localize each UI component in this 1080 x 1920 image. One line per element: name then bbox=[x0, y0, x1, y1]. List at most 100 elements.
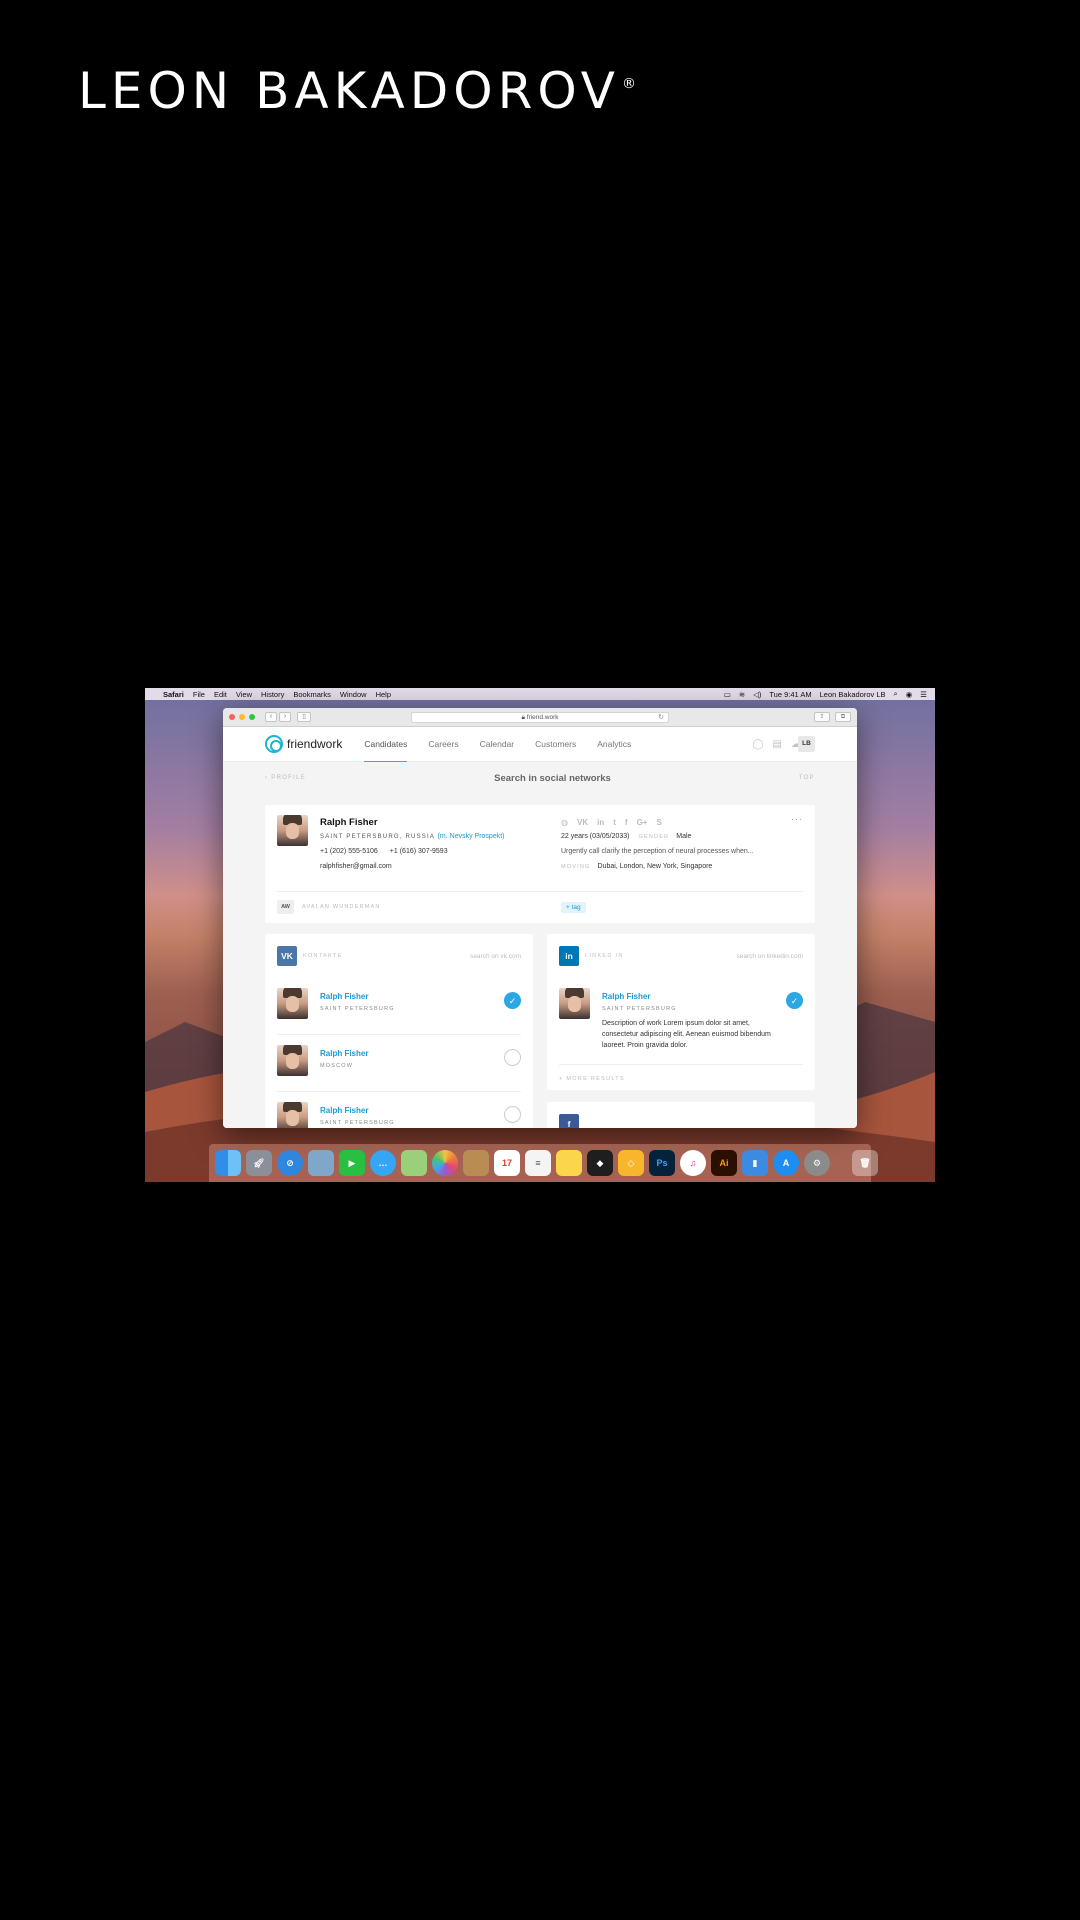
web-icon[interactable]: ◍ bbox=[561, 818, 568, 827]
back-button[interactable]: ‹ bbox=[265, 712, 277, 722]
add-tag-button[interactable]: + tag bbox=[561, 902, 586, 913]
sketch-icon[interactable]: ◇ bbox=[618, 1150, 644, 1176]
logo-text: friendwork bbox=[287, 737, 343, 751]
minimize-window-button[interactable] bbox=[239, 714, 245, 720]
checkbox-unchecked[interactable] bbox=[504, 1106, 521, 1123]
menu-view[interactable]: View bbox=[236, 690, 252, 699]
candidate-email[interactable]: ralphfisher@gmail.com bbox=[320, 863, 392, 870]
user-avatar[interactable]: LB bbox=[798, 736, 815, 752]
messages-icon[interactable]: … bbox=[370, 1150, 396, 1176]
tabs-overview-icon[interactable]: ⧉ bbox=[835, 712, 851, 722]
divider bbox=[277, 891, 803, 892]
menu-history[interactable]: History bbox=[261, 690, 284, 699]
figma-icon[interactable]: ◆ bbox=[587, 1150, 613, 1176]
system-preferences-icon[interactable]: ⚙ bbox=[804, 1150, 830, 1176]
preview-icon[interactable] bbox=[308, 1150, 334, 1176]
brand-logo: LEON BAKADOROV ® bbox=[78, 62, 636, 120]
result-name[interactable]: Ralph Fisher bbox=[320, 1106, 368, 1115]
finder-icon[interactable] bbox=[215, 1150, 241, 1176]
friendwork-logo[interactable]: friendwork bbox=[265, 735, 342, 753]
back-to-profile-link[interactable]: ‹ PROFILE bbox=[265, 775, 306, 781]
phone-2[interactable]: +1 (616) 307-9593 bbox=[390, 848, 448, 855]
list-item[interactable]: Ralph Fisher SAINT PETERSBURG ✓ bbox=[277, 978, 521, 1035]
facebook-icon[interactable]: f bbox=[625, 818, 628, 827]
add-comment-icon[interactable]: ◯ bbox=[752, 739, 763, 750]
recruiter-avatar: AW bbox=[277, 900, 294, 914]
airplay-icon[interactable]: ▭ bbox=[724, 690, 731, 699]
result-name[interactable]: Ralph Fisher bbox=[320, 992, 368, 1001]
calendar-icon[interactable]: 17 bbox=[494, 1150, 520, 1176]
photoshop-icon[interactable]: Ps bbox=[649, 1150, 675, 1176]
close-window-button[interactable] bbox=[229, 714, 235, 720]
launchpad-icon[interactable]: 🚀︎ bbox=[246, 1150, 272, 1176]
candidate-description: Urgently call clarify the perception of … bbox=[561, 848, 754, 855]
sidebar-toggle-icon[interactable]: ▯ bbox=[297, 712, 311, 722]
menubar-time[interactable]: Tue 9:41 AM bbox=[769, 690, 811, 699]
menu-file[interactable]: File bbox=[193, 690, 205, 699]
safari-icon[interactable]: ⊘ bbox=[277, 1150, 303, 1176]
result-name[interactable]: Ralph Fisher bbox=[602, 992, 650, 1001]
checkbox-checked[interactable]: ✓ bbox=[786, 992, 803, 1009]
twitter-icon[interactable]: t bbox=[613, 818, 616, 827]
volume-icon[interactable]: ◁) bbox=[753, 690, 761, 699]
illustrator-icon[interactable]: Ai bbox=[711, 1150, 737, 1176]
wifi-icon[interactable]: ≋ bbox=[739, 690, 745, 699]
appstore-icon[interactable]: A bbox=[773, 1150, 799, 1176]
document-icon[interactable]: ▤ bbox=[773, 739, 782, 750]
facebook-results-card: f bbox=[547, 1102, 815, 1128]
zoom-window-button[interactable] bbox=[249, 714, 255, 720]
candidate-moving: MOVING Dubai, London, New York, Singapore bbox=[561, 863, 712, 870]
top-link[interactable]: TOP bbox=[799, 775, 815, 781]
linkedin-search-link[interactable]: search on linkedin.com bbox=[737, 953, 803, 960]
contacts-icon[interactable] bbox=[463, 1150, 489, 1176]
vk-search-link[interactable]: search on vk.com bbox=[470, 953, 521, 960]
linkedin-label: LINKED IN bbox=[585, 953, 624, 959]
notes-icon[interactable] bbox=[556, 1150, 582, 1176]
vk-icon[interactable]: VK bbox=[577, 818, 588, 827]
facetime-icon[interactable]: ▶ bbox=[339, 1150, 365, 1176]
tab-analytics[interactable]: Analytics bbox=[597, 727, 631, 762]
checkbox-checked[interactable]: ✓ bbox=[504, 992, 521, 1009]
address-bar[interactable]: 🔒︎ friend.work ↻ bbox=[411, 712, 669, 723]
more-results-link[interactable]: + MORE RESULTS bbox=[559, 1076, 625, 1082]
menu-window[interactable]: Window bbox=[340, 690, 367, 699]
trash-icon[interactable]: 🗑︎ bbox=[852, 1150, 878, 1176]
spotlight-icon[interactable]: ⌕ bbox=[894, 689, 898, 699]
itunes-icon[interactable]: ♫ bbox=[680, 1150, 706, 1176]
list-item[interactable]: Ralph Fisher SAINT PETERSBURG bbox=[277, 1092, 521, 1128]
photos-icon[interactable] bbox=[432, 1150, 458, 1176]
skype-icon[interactable]: S bbox=[656, 818, 661, 827]
siri-icon[interactable]: ◉ bbox=[906, 690, 913, 699]
tab-calendar[interactable]: Calendar bbox=[480, 727, 515, 762]
tab-customers[interactable]: Customers bbox=[535, 727, 576, 762]
candidate-metro[interactable]: (m. Nevsky Prospekt) bbox=[438, 833, 505, 840]
menu-app[interactable]: Safari bbox=[163, 690, 184, 699]
share-icon[interactable]: ⇪ bbox=[814, 712, 830, 722]
phone-1[interactable]: +1 (202) 555-5106 bbox=[320, 848, 378, 855]
tab-careers[interactable]: Careers bbox=[428, 727, 458, 762]
linkedin-logo-icon: in bbox=[559, 946, 579, 966]
vk-label: KONTAKTE bbox=[303, 953, 343, 959]
main-content: ‹ PROFILE Search in social networks TOP … bbox=[223, 762, 857, 1128]
menu-bookmarks[interactable]: Bookmarks bbox=[293, 690, 331, 699]
menu-help[interactable]: Help bbox=[376, 690, 391, 699]
keynote-icon[interactable]: ▮ bbox=[742, 1150, 768, 1176]
reminders-icon[interactable]: ≡ bbox=[525, 1150, 551, 1176]
maps-icon[interactable] bbox=[401, 1150, 427, 1176]
app-nav: Candidates Careers Calendar Customers An… bbox=[364, 727, 631, 762]
list-item[interactable]: Ralph Fisher MOSCOW bbox=[277, 1035, 521, 1092]
notification-center-icon[interactable]: ☰ bbox=[920, 690, 927, 699]
menu-edit[interactable]: Edit bbox=[214, 690, 227, 699]
menubar-user[interactable]: Leon Bakadorov LB bbox=[820, 690, 886, 699]
more-options-icon[interactable]: ··· bbox=[791, 814, 803, 824]
candidate-avatar bbox=[277, 815, 308, 846]
google-plus-icon[interactable]: G+ bbox=[637, 818, 648, 827]
forward-button[interactable]: › bbox=[279, 712, 291, 722]
linkedin-icon[interactable]: in bbox=[597, 818, 604, 827]
checkbox-unchecked[interactable] bbox=[504, 1049, 521, 1066]
linkedin-header: in LINKED IN search on linkedin.com bbox=[559, 946, 803, 966]
reload-icon[interactable]: ↻ bbox=[658, 713, 664, 722]
tab-candidates[interactable]: Candidates bbox=[364, 727, 408, 762]
result-name[interactable]: Ralph Fisher bbox=[320, 1049, 368, 1058]
candidate-location: SAINT PETERSBURG, RUSSIA (m. Nevsky Pros… bbox=[320, 833, 505, 840]
